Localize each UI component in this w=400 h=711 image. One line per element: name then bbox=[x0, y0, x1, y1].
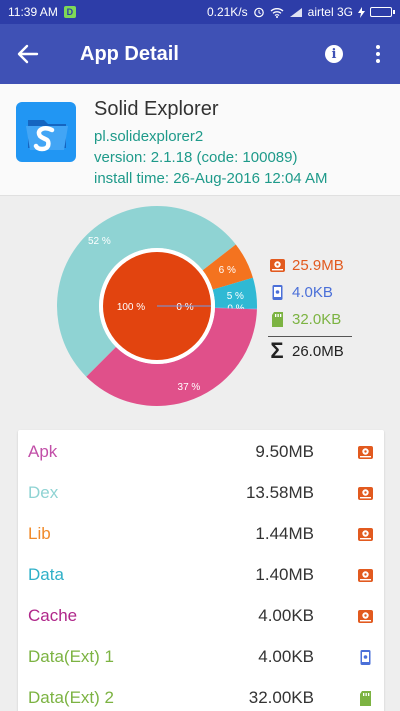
phone-storage-icon bbox=[356, 648, 374, 666]
app-version: version: 2.1.18 (code: 100089) bbox=[94, 149, 298, 166]
sd-card-icon bbox=[268, 310, 286, 328]
alarm-icon bbox=[253, 7, 264, 18]
outer-slice-label-1: 6 % bbox=[219, 265, 236, 276]
row-label: Cache bbox=[28, 606, 78, 625]
more-options-button[interactable] bbox=[356, 32, 400, 76]
list-item[interactable]: Apk 9.50MB bbox=[18, 432, 384, 472]
legend-app-value: 4.0KB bbox=[292, 283, 333, 301]
sd-card-icon bbox=[356, 689, 374, 707]
solid-explorer-app-icon bbox=[16, 102, 76, 162]
sigma-icon: Σ bbox=[270, 338, 284, 363]
phone-storage-icon bbox=[268, 283, 286, 301]
list-item[interactable]: Dex 13.58MB bbox=[18, 473, 384, 513]
row-label: Lib bbox=[28, 524, 51, 543]
app-name: Solid Explorer bbox=[94, 98, 219, 120]
carrier-name: airtel 3G bbox=[307, 5, 353, 19]
storage-internal-icon bbox=[356, 525, 374, 543]
storage-internal-icon bbox=[356, 443, 374, 461]
outer-slice-label-4: 37 % bbox=[178, 382, 201, 393]
more-vert-icon bbox=[376, 45, 380, 49]
storage-breakdown-list: Apk 9.50MB Dex 13.58MB Lib 1.44MB Data 1… bbox=[18, 430, 384, 711]
legend-internal: 25.9MB bbox=[268, 256, 344, 274]
row-label: Dex bbox=[28, 483, 59, 502]
inner-slice-label-1: 0 % bbox=[176, 302, 193, 313]
outer-slice-label-2: 5 % bbox=[227, 291, 244, 302]
row-value: 9.50MB bbox=[255, 442, 314, 461]
storage-internal-icon bbox=[356, 484, 374, 502]
row-value: 1.44MB bbox=[255, 524, 314, 543]
inner-slice-label-0: 100 % bbox=[117, 302, 145, 313]
info-button[interactable]: i bbox=[312, 32, 356, 76]
list-item[interactable]: Lib 1.44MB bbox=[18, 514, 384, 554]
list-item[interactable]: Data(Ext) 1 4.00KB bbox=[18, 637, 384, 677]
storage-internal-icon bbox=[268, 256, 286, 274]
legend-sd-value: 32.0KB bbox=[292, 310, 342, 328]
info-icon: i bbox=[325, 45, 343, 63]
notification-icon: D bbox=[63, 6, 76, 18]
legend-internal-value: 25.9MB bbox=[292, 256, 344, 274]
storage-chart: 52 %6 %5 %0 %37 %100 %0 % 25.9MB 4.0KB 3… bbox=[0, 196, 400, 426]
list-item[interactable]: Data 1.40MB bbox=[18, 555, 384, 595]
arrow-back-icon bbox=[17, 44, 39, 64]
app-header-card: Solid Explorer pl.solidexplorer2 version… bbox=[0, 84, 400, 196]
battery-icon bbox=[370, 7, 395, 17]
legend-divider bbox=[268, 336, 352, 337]
row-label: Data(Ext) 1 bbox=[28, 647, 114, 666]
list-item[interactable]: Cache 4.00KB bbox=[18, 596, 384, 636]
legend-app: 4.0KB bbox=[268, 283, 333, 301]
legend-total: Σ 26.0MB bbox=[268, 338, 344, 363]
row-label: Apk bbox=[28, 442, 58, 461]
charging-icon bbox=[358, 6, 365, 18]
row-value: 32.00KB bbox=[248, 688, 314, 707]
row-value: 4.00KB bbox=[258, 647, 314, 666]
net-speed: 0.21K/s bbox=[206, 5, 248, 19]
row-value: 4.00KB bbox=[258, 606, 314, 625]
legend-sd: 32.0KB bbox=[268, 310, 341, 328]
app-package: pl.solidexplorer2 bbox=[94, 128, 204, 145]
row-label: Data(Ext) 2 bbox=[28, 688, 114, 707]
storage-internal-icon bbox=[356, 607, 374, 625]
row-label: Data bbox=[28, 565, 64, 584]
back-button[interactable] bbox=[0, 26, 56, 82]
status-time: 11:39 AM bbox=[8, 5, 58, 19]
app-bar: App Detail i bbox=[0, 24, 400, 84]
row-value: 1.40MB bbox=[255, 565, 314, 584]
app-install-time: install time: 26-Aug-2016 12:04 AM bbox=[94, 170, 328, 187]
signal-icon bbox=[289, 7, 302, 17]
status-bar: 11:39 AM D 0.21K/s airtel 3G bbox=[0, 0, 400, 24]
page-title: App Detail bbox=[80, 42, 179, 65]
outer-slice-label-0: 52 % bbox=[88, 236, 111, 247]
wifi-icon bbox=[270, 7, 284, 18]
row-value: 13.58MB bbox=[245, 483, 314, 502]
storage-internal-icon bbox=[356, 566, 374, 584]
list-item[interactable]: Data(Ext) 2 32.00KB bbox=[18, 678, 384, 711]
legend-total-value: 26.0MB bbox=[292, 342, 344, 360]
